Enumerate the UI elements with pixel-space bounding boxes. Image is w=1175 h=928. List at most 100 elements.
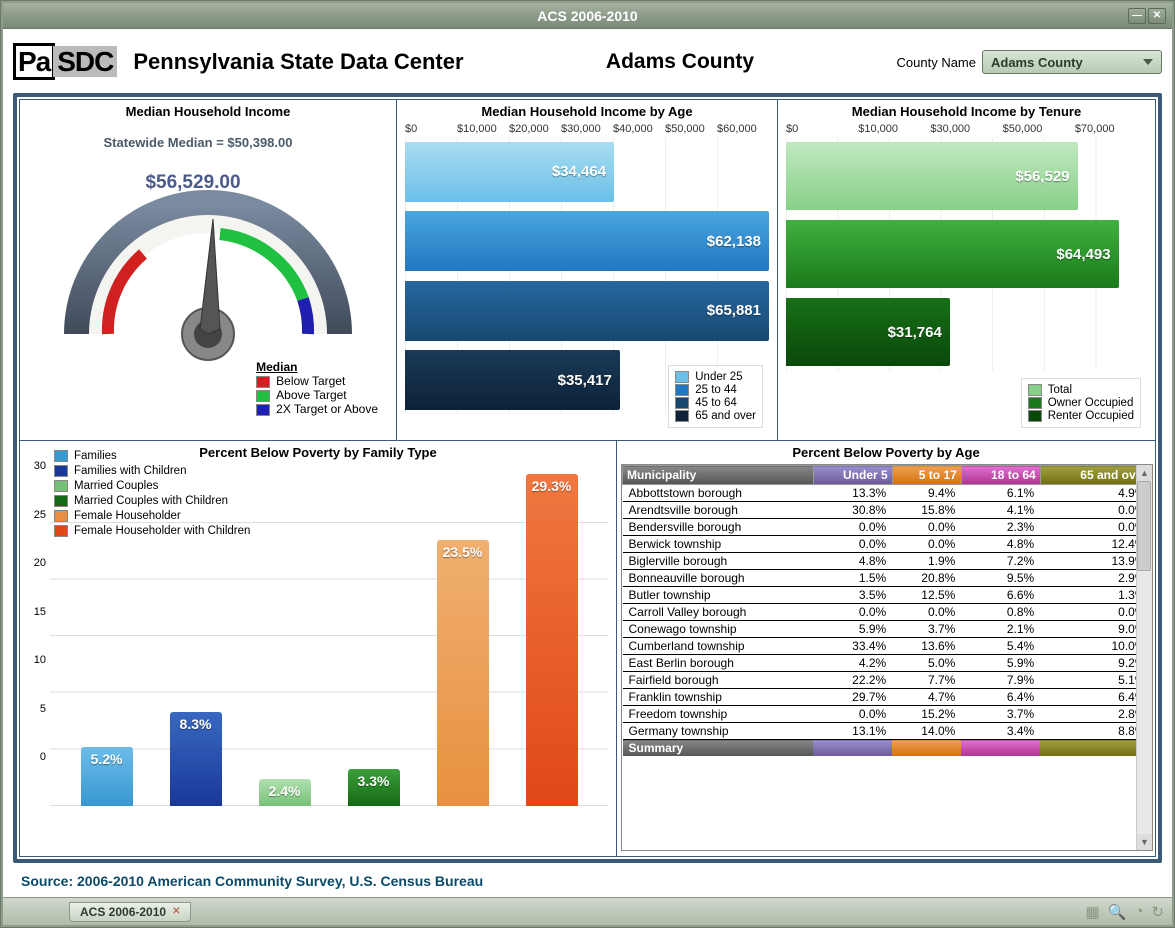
legend-item: Families with Children — [54, 465, 250, 477]
county-dropdown[interactable]: Adams County — [982, 50, 1162, 74]
window-title: ACS 2006-2010 — [3, 8, 1172, 24]
hbar-row: $65,881 — [405, 277, 769, 345]
table-row[interactable]: Conewago township5.9%3.7%2.1%9.0% — [623, 621, 1152, 638]
table-row[interactable]: Carroll Valley borough0.0%0.0%0.8%0.0% — [623, 604, 1152, 621]
hbar: $35,417 — [405, 350, 620, 410]
legend-item: 25 to 44 — [675, 384, 756, 396]
hbar: $34,464 — [405, 142, 614, 202]
hbar: $56,529 — [786, 142, 1078, 210]
vbar: 29.3% — [526, 474, 578, 806]
income-tenure-legend: TotalOwner OccupiedRenter Occupied — [1021, 378, 1141, 428]
vbar: 5.2% — [81, 747, 133, 806]
panel-gauge: Median Household Income Statewide Median… — [19, 99, 397, 441]
hbar: $64,493 — [786, 220, 1119, 288]
income-age-legend: Under 2525 to 4445 to 6465 and over — [668, 365, 763, 428]
dropdown-value: Adams County — [991, 55, 1083, 70]
hbar: $31,764 — [786, 298, 950, 366]
source-citation: Source: 2006-2010 American Community Sur… — [13, 863, 1162, 895]
grid-icon[interactable]: ▦ — [1085, 903, 1099, 921]
table-row[interactable]: Fairfield borough22.2%7.7%7.9%5.1% — [623, 672, 1152, 689]
income-tenure-axis: $0$10,000$30,000$50,000$70,000 — [786, 123, 1147, 135]
chart-icon[interactable]: ◔ — [1134, 903, 1143, 921]
panel-income-by-age: Median Household Income by Age $0$10,000… — [397, 99, 778, 441]
legend-item: Married Couples — [54, 480, 250, 492]
gauge-legend-title: Median — [256, 360, 378, 374]
legend-item: 65 and over — [675, 410, 756, 422]
table-header[interactable]: Municipality — [623, 466, 814, 485]
logo: PaSDC — [13, 46, 117, 78]
table-scroll[interactable]: MunicipalityUnder 55 to 1718 to 6465 and… — [621, 464, 1153, 851]
summary-row[interactable]: Summary — [623, 740, 1152, 757]
legend-item: Below Target — [256, 374, 378, 388]
hbar-row: $34,464 — [405, 138, 769, 206]
gauge-note: Statewide Median = $50,398.00 — [10, 135, 386, 150]
table-row[interactable]: East Berlin borough4.2%5.0%5.9%9.2% — [623, 655, 1152, 672]
income-tenure-title: Median Household Income by Tenure — [778, 100, 1155, 121]
scroll-up-icon[interactable]: ▲ — [1137, 465, 1152, 481]
table-row[interactable]: Butler township3.5%12.5%6.6%1.3% — [623, 587, 1152, 604]
county-heading: Adams County — [464, 50, 897, 74]
table-row[interactable]: Freedom township0.0%15.2%3.7%2.8% — [623, 706, 1152, 723]
legend-item: Female Householder with Children — [54, 525, 250, 537]
close-button[interactable]: ✕ — [1148, 8, 1166, 24]
vbar: 3.3% — [348, 769, 400, 806]
dashboard: Median Household Income Statewide Median… — [13, 93, 1162, 863]
hbar-row: $31,764 — [786, 294, 1147, 370]
hbar-row: $64,493 — [786, 216, 1147, 292]
sheet-tab[interactable]: ACS 2006-2010 ✕ — [69, 902, 191, 922]
content-area: PaSDC Pennsylvania State Data Center Ada… — [3, 29, 1172, 897]
scrollbar[interactable]: ▲ ▼ — [1136, 465, 1152, 850]
selector-label: County Name — [897, 55, 976, 70]
vbar: 23.5% — [437, 540, 489, 806]
search-icon[interactable]: 🔍 — [1108, 903, 1127, 921]
table-row[interactable]: Berwick township0.0%0.0%4.8%12.4% — [623, 536, 1152, 553]
panel-poverty-family: Percent Below Poverty by Family Type 051… — [19, 440, 617, 857]
sheet-tab-label: ACS 2006-2010 — [80, 905, 166, 919]
status-bar: ACS 2006-2010 ✕ ▦ 🔍 ◔ ↻ — [3, 897, 1172, 925]
panel-poverty-age: Percent Below Poverty by Age Municipalit… — [617, 440, 1156, 857]
table-header[interactable]: 5 to 17 — [892, 466, 961, 485]
county-selector: County Name Adams County — [897, 50, 1162, 74]
table-row[interactable]: Bonneauville borough1.5%20.8%9.5%2.9% — [623, 570, 1152, 587]
table-row[interactable]: Franklin township29.7%4.7%6.4%6.4% — [623, 689, 1152, 706]
table-row[interactable]: Biglerville borough4.8%1.9%7.2%13.9% — [623, 553, 1152, 570]
panel-income-by-tenure: Median Household Income by Tenure $0$10,… — [778, 99, 1156, 441]
poverty-family-yaxis: 051015202530 — [24, 466, 50, 806]
title-bar: ACS 2006-2010 — ✕ — [3, 3, 1172, 29]
scroll-thumb[interactable] — [1137, 481, 1151, 571]
gauge-legend: Median Below TargetAbove Target2X Target… — [254, 358, 380, 418]
legend-item: Families — [54, 450, 250, 462]
gauge-chart — [48, 194, 368, 374]
minimize-button[interactable]: — — [1128, 8, 1146, 24]
table-header[interactable]: 65 and over — [1040, 466, 1151, 485]
gauge-title: Median Household Income — [20, 100, 396, 121]
table-header-row: MunicipalityUnder 55 to 1718 to 6465 and… — [623, 466, 1152, 485]
poverty-age-title: Percent Below Poverty by Age — [617, 441, 1155, 462]
poverty-family-legend: Families Families with Children Married Co… — [54, 447, 250, 540]
income-age-title: Median Household Income by Age — [397, 100, 777, 121]
table-header[interactable]: 18 to 64 — [961, 466, 1040, 485]
table-row[interactable]: Abbottstown borough13.3%9.4%6.1%4.9% — [623, 485, 1152, 502]
legend-item: Under 25 — [675, 371, 756, 383]
legend-item: Female Householder — [54, 510, 250, 522]
legend-item: 2X Target or Above — [256, 402, 378, 416]
vbar: 2.4% — [259, 779, 311, 806]
org-name: Pennsylvania State Data Center — [133, 49, 463, 75]
close-tab-icon[interactable]: ✕ — [172, 906, 180, 917]
scroll-down-icon[interactable]: ▼ — [1137, 834, 1152, 850]
table-row[interactable]: Arendtsville borough30.8%15.8%4.1%0.0% — [623, 502, 1152, 519]
income-age-axis: $0$10,000$20,000$30,000$40,000$50,000$60… — [405, 123, 769, 135]
hbar-row: $56,529 — [786, 138, 1147, 214]
table-row[interactable]: Bendersville borough0.0%0.0%2.3%0.0% — [623, 519, 1152, 536]
table-row[interactable]: Cumberland township33.4%13.6%5.4%10.0% — [623, 638, 1152, 655]
legend-item: Owner Occupied — [1028, 397, 1134, 409]
legend-item: Renter Occupied — [1028, 410, 1134, 422]
app-window: ACS 2006-2010 — ✕ PaSDC Pennsylvania Sta… — [0, 0, 1175, 928]
table-row[interactable]: Germany township13.1%14.0%3.4%8.8% — [623, 723, 1152, 740]
table-header[interactable]: Under 5 — [813, 466, 892, 485]
page-header: PaSDC Pennsylvania State Data Center Ada… — [13, 37, 1162, 87]
legend-item: Above Target — [256, 388, 378, 402]
legend-item: Total — [1028, 384, 1134, 396]
income-tenure-bars: $56,529 $64,493 $31,764 — [786, 137, 1147, 371]
refresh-icon[interactable]: ↻ — [1151, 903, 1164, 921]
